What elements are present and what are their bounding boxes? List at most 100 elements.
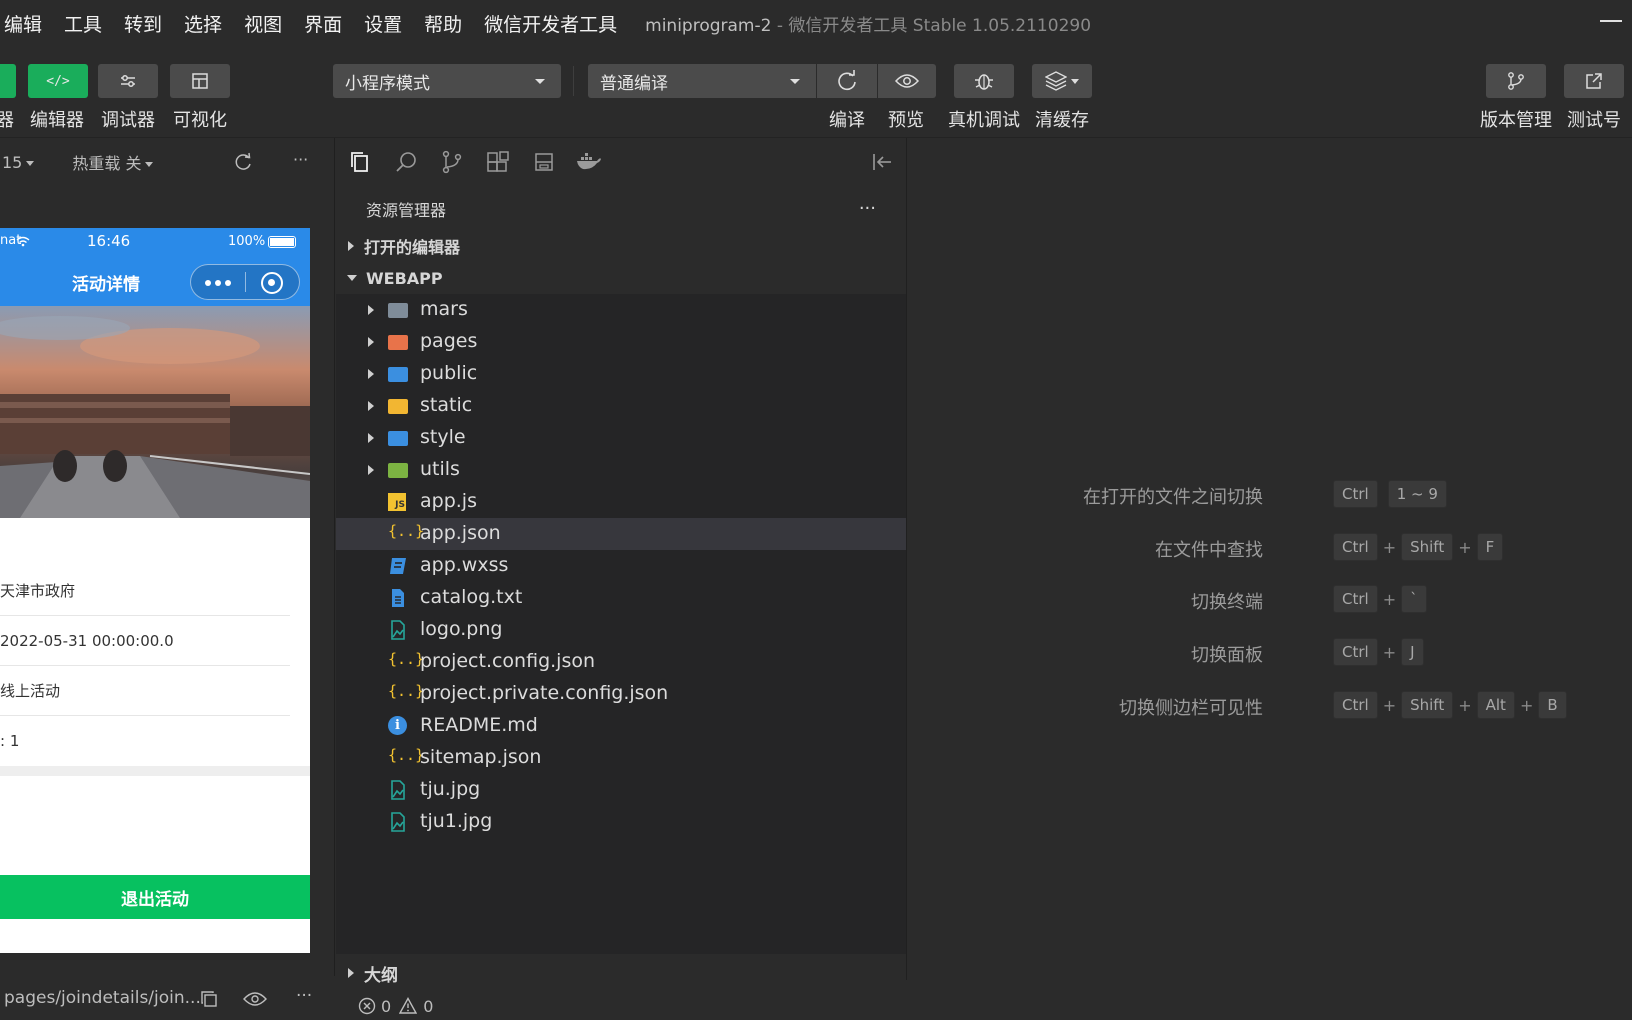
window-project-name: miniprogram-2 (645, 15, 772, 36)
chevron-right-icon (368, 305, 374, 315)
tree-folder-public[interactable]: public (336, 358, 906, 390)
simulator-toggle-button[interactable] (0, 64, 16, 98)
layers-icon (1045, 71, 1067, 91)
menu-wechat-devtools[interactable]: 微信开发者工具 (484, 10, 617, 37)
copy-icon[interactable] (200, 990, 218, 1008)
debugger-toggle-button[interactable] (98, 64, 158, 98)
clear-cache-button[interactable] (1032, 64, 1092, 98)
key: 1 ~ 9 (1387, 480, 1447, 508)
rotate-icon[interactable] (233, 152, 253, 172)
mode-select[interactable]: 小程序模式 (333, 64, 561, 98)
zoom-select[interactable]: 15 (2, 153, 35, 172)
collapse-sidebar-icon[interactable] (870, 150, 894, 174)
menu-help[interactable]: 帮助 (424, 10, 462, 37)
editor-toggle-button[interactable]: </> (28, 64, 88, 98)
tree-file-app-json[interactable]: {..} app.json (336, 518, 906, 550)
exit-activity-button[interactable]: 退出活动 (0, 875, 310, 919)
close-mini-program-icon[interactable] (261, 272, 283, 294)
tree-file-catalog-txt[interactable]: catalog.txt (336, 582, 906, 614)
menu-interface[interactable]: 界面 (304, 10, 342, 37)
shortcut-label: 切换面板 (1191, 645, 1263, 666)
eye-icon[interactable] (243, 991, 267, 1007)
simulator-more-button[interactable]: ··· (293, 150, 308, 169)
path-more-button[interactable]: ··· (296, 986, 312, 1006)
menu-edit[interactable]: 编辑 (4, 10, 42, 37)
tree-file-app-wxss[interactable]: app.wxss (336, 550, 906, 582)
source-control-icon[interactable] (440, 150, 464, 174)
json-file-icon: {..} (388, 682, 425, 700)
window-title-separator: - (776, 15, 783, 36)
problems-status[interactable]: 0 0 (336, 992, 906, 1020)
menu-view[interactable]: 视图 (244, 10, 282, 37)
version-control-button[interactable] (1486, 64, 1546, 98)
tree-file-sitemap-json[interactable]: {..} sitemap.json (336, 742, 906, 774)
test-account-button[interactable] (1564, 64, 1624, 98)
chevron-right-icon (348, 968, 354, 978)
folder-pages-icon (388, 332, 408, 352)
tree-file-readme-md[interactable]: i README.md (336, 710, 906, 742)
tree-file-project-config-json[interactable]: {..} project.config.json (336, 646, 906, 678)
menu-settings[interactable]: 设置 (364, 10, 402, 37)
search-icon[interactable] (394, 150, 418, 174)
test-account-label: 测试号 (1567, 110, 1621, 131)
chevron-right-icon (368, 433, 374, 443)
editor-label: 编辑器 (30, 110, 84, 131)
chevron-down-icon (790, 79, 800, 84)
compile-mode-select[interactable]: 普通编译 (588, 64, 816, 98)
more-dots-icon[interactable] (205, 280, 231, 286)
menu-tools[interactable]: 工具 (64, 10, 102, 37)
shortcut-label: 在文件中查找 (1155, 540, 1263, 561)
tree-file-tju1-jpg[interactable]: tju1.jpg (336, 806, 906, 838)
clock-text: 16:46 (87, 232, 131, 250)
tree-file-project-private-config-json[interactable]: {..} project.private.config.json (336, 678, 906, 710)
text-file-icon (388, 588, 408, 608)
external-link-icon (1586, 73, 1602, 89)
compile-mode-value: 普通编译 (600, 73, 668, 94)
type-text: 线上活动 (0, 682, 61, 700)
extensions-icon[interactable] (486, 150, 510, 174)
menu-select[interactable]: 选择 (184, 10, 222, 37)
tree-folder-utils[interactable]: utils (336, 454, 906, 486)
outline-section[interactable]: 大纲 (336, 954, 906, 992)
key: Alt (1476, 691, 1515, 719)
json-file-icon: {..} (388, 650, 425, 668)
folder-name: utils (420, 458, 460, 480)
tree-file-logo-png[interactable]: logo.png (336, 614, 906, 646)
chevron-right-icon (348, 241, 354, 251)
activity-organizer: 天津市政府 (0, 566, 290, 616)
blank-section (0, 776, 310, 878)
clear-cache-label: 清缓存 (1035, 110, 1089, 131)
open-editors-section[interactable]: 打开的编辑器 (336, 230, 906, 262)
window-app-name: 微信开发者工具 Stable 1.05.2110290 (788, 15, 1092, 36)
simulator-panel: 15 热重载 关 ··· nat 16:46 100% 活动详情 天津市政府 2… (0, 138, 335, 1020)
webapp-root-section[interactable]: WEBAPP (336, 262, 906, 294)
tree-file-tju-jpg[interactable]: tju.jpg (336, 774, 906, 806)
explorer-more-button[interactable]: ··· (859, 198, 876, 219)
warning-count: 0 (423, 996, 434, 1016)
tree-folder-pages[interactable]: pages (336, 326, 906, 358)
docker-icon[interactable] (576, 150, 602, 172)
bug-icon (975, 74, 993, 90)
tree-folder-mars[interactable]: mars (336, 294, 906, 326)
preview-button[interactable] (878, 64, 936, 98)
compile-label: 编译 (829, 110, 865, 131)
menu-goto[interactable]: 转到 (124, 10, 162, 37)
storage-icon[interactable] (532, 150, 556, 174)
page-path[interactable]: pages/joindetails/join... (4, 988, 201, 1008)
device-debug-button[interactable] (954, 64, 1014, 98)
files-icon[interactable] (348, 150, 372, 174)
visual-toggle-button[interactable] (170, 64, 230, 98)
shortcut-label: 切换侧边栏可见性 (1119, 698, 1263, 719)
tree-folder-style[interactable]: style (336, 422, 906, 454)
minimize-icon[interactable] (1600, 20, 1622, 22)
key: ` (1401, 585, 1427, 613)
compile-button[interactable] (817, 64, 877, 98)
tree-file-app-js[interactable]: JS app.js (336, 486, 906, 518)
capsule-divider (245, 272, 246, 292)
shortcut-row: 切换侧边栏可见性 Ctrl + Shift + Alt + B (907, 691, 1632, 721)
tree-folder-static[interactable]: static (336, 390, 906, 422)
battery-icon (268, 236, 296, 248)
hot-reload-select[interactable]: 热重载 关 (72, 150, 154, 174)
refresh-icon (838, 70, 856, 91)
file-name: logo.png (420, 618, 503, 640)
